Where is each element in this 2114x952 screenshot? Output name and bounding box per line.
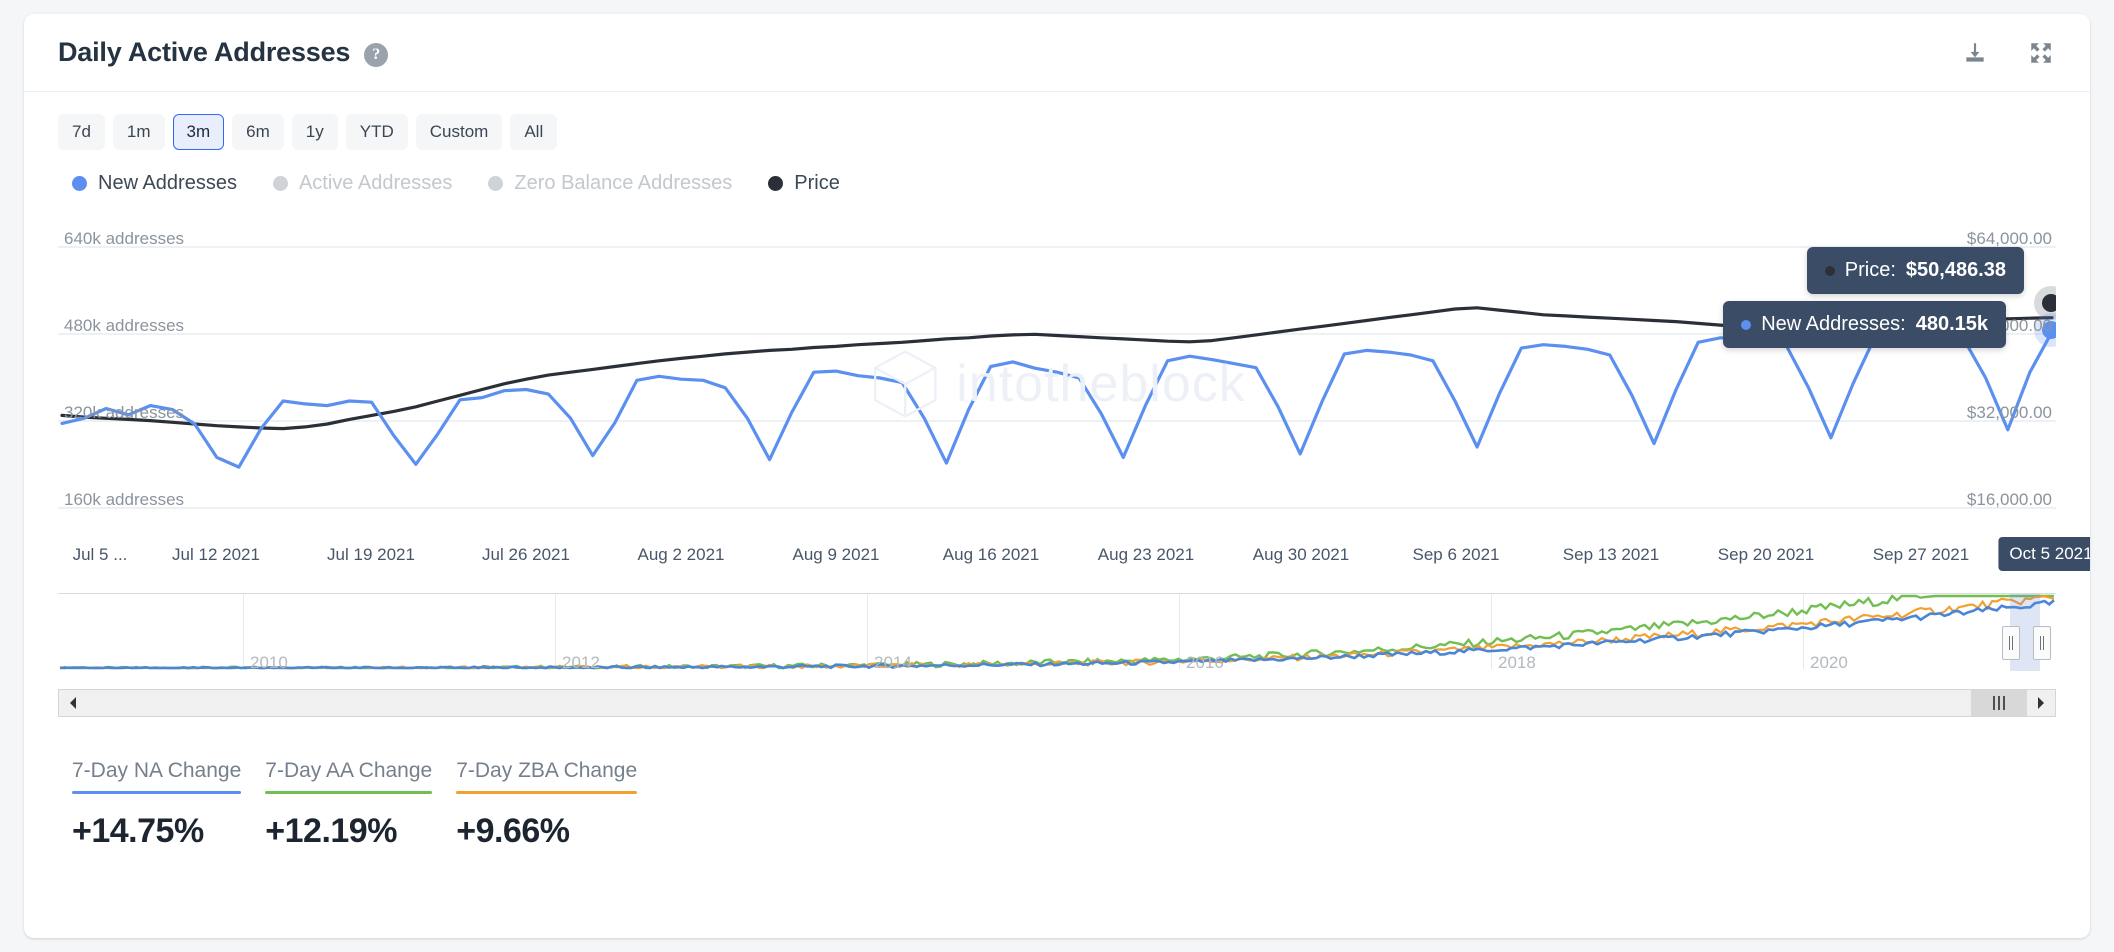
range-selector: 7d 1m 3m 6m 1y YTD Custom All — [24, 92, 2090, 150]
legend-item-active-addresses[interactable]: Active Addresses — [272, 172, 453, 195]
y-axis-tick-480k: 480k addresses — [64, 316, 185, 335]
tooltip-label: New Addresses: — [1761, 313, 1906, 335]
x-axis-tick: Sep 27 2021 — [1872, 545, 1970, 564]
x-axis-tick: Jul 5 ... — [72, 545, 128, 564]
navigator-canvas — [59, 594, 2055, 670]
x-axis-tick: Aug 2 2021 — [637, 545, 725, 564]
new-addresses-line — [60, 330, 2054, 469]
range-button-ytd[interactable]: YTD — [345, 114, 408, 150]
chart-navigator[interactable]: 2010 2012 2014 2016 2018 2020 — [58, 593, 2056, 689]
fullscreen-icon[interactable] — [2026, 38, 2056, 68]
range-button-1y[interactable]: 1y — [291, 114, 338, 150]
navigator-scrollbar[interactable] — [58, 689, 2056, 717]
x-axis-tick: Aug 30 2021 — [1252, 545, 1350, 564]
x-axis-tick: Sep 6 2021 — [1412, 545, 1500, 564]
stat-label: 7-Day ZBA Change — [456, 759, 638, 782]
x-axis-tick: Jul 19 2021 — [327, 545, 415, 564]
legend-dot-icon — [768, 176, 784, 191]
question-mark-icon[interactable]: ? — [364, 42, 389, 67]
navigator-handle-right[interactable] — [2033, 626, 2051, 660]
legend-label: Price — [794, 172, 840, 194]
stat-color-rule — [265, 791, 433, 794]
stat-7-day-aa-change: 7-Day AA Change +12.19% — [265, 759, 433, 851]
card-header: Daily Active Addresses ? — [24, 14, 2090, 92]
scrollbar-thumb[interactable] — [1971, 690, 2027, 716]
legend-dot-icon — [272, 176, 288, 191]
range-button-1m[interactable]: 1m — [112, 114, 165, 150]
chart-gridlines — [58, 246, 2056, 509]
navigator-year-label: 2018 — [1498, 653, 1536, 672]
legend-item-zero-balance-addresses[interactable]: Zero Balance Addresses — [488, 172, 732, 195]
x-axis-tick: Jul 12 2021 — [172, 545, 260, 564]
chart-canvas — [58, 246, 2056, 509]
y2-axis-tick-16000: $16,000.00 — [1966, 490, 2052, 509]
tooltip-dot-icon — [1741, 319, 1752, 330]
tooltip-label: Price: — [1844, 259, 1896, 281]
x-axis-tick: Sep 20 2021 — [1717, 545, 1815, 564]
x-axis-tick: Aug 9 2021 — [792, 545, 880, 564]
page-title: Daily Active Addresses — [58, 37, 351, 67]
stat-7-day-zba-change: 7-Day ZBA Change +9.66% — [456, 759, 638, 851]
navigator-year-label: 2012 — [562, 653, 600, 672]
legend-item-new-addresses[interactable]: New Addresses — [72, 172, 237, 195]
navigator-new-addresses-line — [60, 599, 2055, 670]
stat-value: +12.19% — [265, 812, 397, 850]
legend-label: Zero Balance Addresses — [514, 172, 733, 194]
stat-color-rule — [456, 791, 638, 794]
scroll-left-icon[interactable] — [59, 690, 87, 716]
legend-dot-icon — [72, 176, 87, 191]
scroll-right-icon[interactable] — [2027, 690, 2055, 716]
range-button-3m[interactable]: 3m — [172, 114, 225, 150]
legend-label: Active Addresses — [298, 172, 453, 194]
legend-label: New Addresses — [98, 172, 237, 194]
new-addresses-tooltip: New Addresses: 480.15k — [1723, 301, 2006, 348]
navigator-zero-balance-line — [59, 595, 2055, 670]
y-axis-tick-640k: 640k addresses — [64, 229, 185, 248]
navigator-year-label: 2020 — [1810, 653, 1848, 672]
price-tooltip: Price: $50,486.38 — [1806, 247, 2024, 294]
legend-item-price[interactable]: Price — [768, 172, 840, 195]
chart-plot-area[interactable]: intotheblock 640k addresses 480k address… — [58, 217, 2056, 539]
stat-color-rule — [72, 791, 242, 794]
navigator-active-addresses-line — [59, 594, 2054, 670]
x-axis-tick: Aug 16 2021 — [942, 545, 1040, 564]
y2-axis-tick-32000: $32,000.00 — [1966, 403, 2052, 422]
y2-axis-tick-64000: $64,000.00 — [1966, 229, 2052, 248]
y-axis-tick-160k: 160k addresses — [64, 490, 185, 509]
tooltip-value: $50,486.38 — [1905, 259, 2006, 281]
legend-dot-icon — [488, 176, 504, 191]
stat-label: 7-Day NA Change — [72, 759, 242, 782]
stat-7-day-na-change: 7-Day NA Change +14.75% — [72, 759, 242, 851]
navigator-year-label: 2010 — [250, 653, 288, 672]
stat-value: +14.75% — [72, 812, 204, 850]
tooltip-value: 480.15k — [1915, 313, 1988, 335]
tooltip-dot-icon — [1824, 265, 1835, 276]
header-actions — [1960, 38, 2056, 68]
x-axis-tick-highlighted: Oct 5 2021 — [1998, 537, 2090, 571]
navigator-year-label: 2016 — [1186, 653, 1224, 672]
x-axis-tick: Aug 23 2021 — [1097, 545, 1195, 564]
range-button-custom[interactable]: Custom — [415, 114, 503, 150]
range-button-6m[interactable]: 6m — [232, 114, 284, 150]
y-axis-tick-320k: 320k addresses — [64, 403, 185, 422]
stat-value: +9.66% — [456, 812, 570, 850]
x-axis: Jul 5 ... Jul 12 2021 Jul 19 2021 Jul 26… — [58, 537, 2090, 585]
range-button-all[interactable]: All — [510, 114, 558, 150]
x-axis-tick: Jul 26 2021 — [482, 545, 570, 564]
stat-label: 7-Day AA Change — [265, 759, 433, 782]
daily-active-addresses-card: Daily Active Addresses ? 7d 1m 3m 6m 1y … — [24, 14, 2090, 938]
scrollbar-grip-icon — [1993, 696, 1995, 710]
chart-legend: New Addresses Active Addresses Zero Bala… — [24, 150, 2090, 195]
range-button-7d[interactable]: 7d — [58, 114, 105, 150]
stats-row: 7-Day NA Change +14.75% 7-Day AA Change … — [24, 717, 2090, 851]
navigator-year-label: 2014 — [874, 653, 912, 672]
navigator-handle-left[interactable] — [2002, 626, 2020, 660]
x-axis-tick: Sep 13 2021 — [1562, 545, 1660, 564]
download-icon[interactable] — [1960, 38, 1990, 68]
